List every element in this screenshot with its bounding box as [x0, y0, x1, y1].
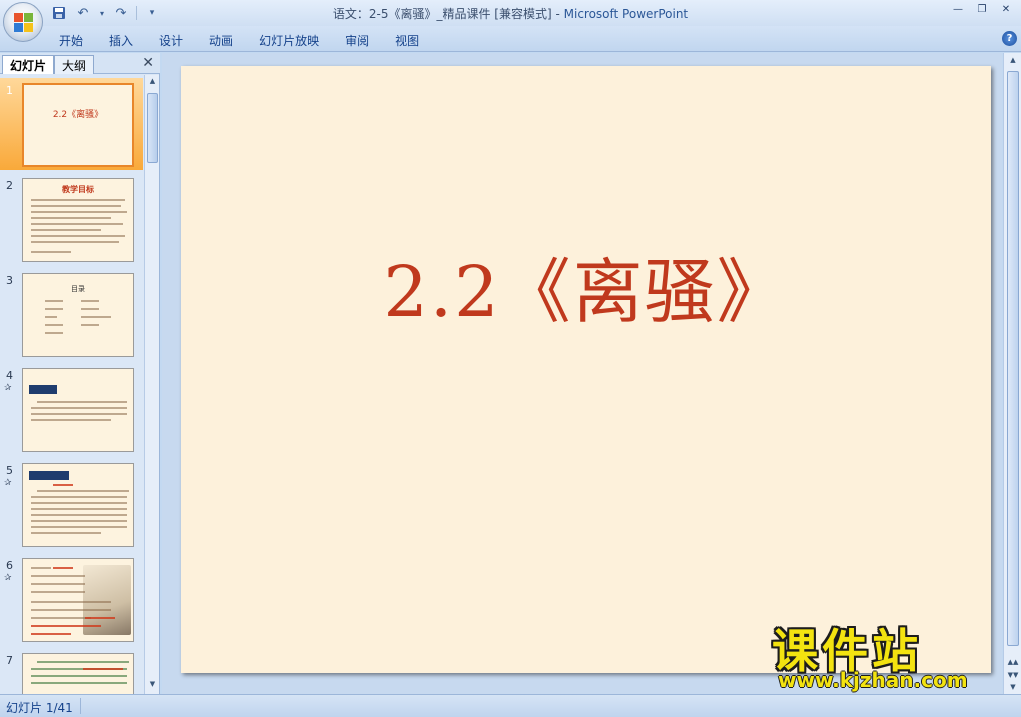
status-separator — [80, 698, 81, 714]
window-title-main: 语文：2-5《离骚》_精品课件 [兼容模式] - — [332, 7, 564, 21]
close-icon[interactable]: ✕ — [995, 2, 1017, 16]
panel-close-icon[interactable]: ✕ — [142, 55, 154, 71]
thumbnail-slide-4[interactable]: 4 ✰ — [0, 363, 143, 455]
watermark-url: www.kjzhan.com — [778, 668, 968, 692]
window-title-brand: Microsoft PowerPoint — [563, 7, 689, 21]
site-watermark: 课件站 www.kjzhan.com — [768, 613, 1003, 693]
thumbnail-preview — [22, 558, 134, 642]
thumbnail-slide-6[interactable]: 6 ✰ — [0, 553, 143, 645]
tab-animations[interactable]: 动画 — [196, 30, 246, 51]
ribbon-tab-bar: 开始 插入 设计 动画 幻灯片放映 审阅 视图 ? — [0, 26, 1021, 52]
slide-editor: 2.2《离骚》 — [162, 53, 1002, 694]
window-controls: — ❐ ✕ — [947, 2, 1017, 16]
editor-scrollbar[interactable]: ▲ ▲▲ ▼▼ ▼ — [1003, 53, 1021, 694]
tab-home[interactable]: 开始 — [46, 30, 96, 51]
scroll-down-icon[interactable]: ▼ — [147, 680, 158, 692]
thumbnail-preview — [22, 368, 134, 452]
thumbnail-number: 4 — [6, 369, 13, 382]
next-slide-icon[interactable]: ▼▼ — [1006, 671, 1020, 679]
thumbnail-preview: 教学目标 — [22, 178, 134, 262]
tab-view[interactable]: 视图 — [382, 30, 432, 51]
thumbnail-number: 6 — [6, 559, 13, 572]
office-logo-icon — [14, 13, 34, 33]
scroll-up-icon[interactable]: ▲ — [147, 77, 158, 89]
thumbnail-title: 2.2《离骚》 — [52, 110, 104, 120]
scroll-down-icon[interactable]: ▼ — [1006, 683, 1020, 691]
thumbnail-preview: 2.2《离骚》 — [22, 83, 134, 167]
prev-slide-icon[interactable]: ▲▲ — [1006, 658, 1020, 666]
thumbnail-number: 2 — [6, 179, 13, 192]
scrollbar-thumb[interactable] — [147, 93, 158, 163]
thumbnail-slide-1[interactable]: 1 2.2《离骚》 — [0, 78, 143, 170]
window-title: 语文：2-5《离骚》_精品课件 [兼容模式] - Microsoft Power… — [0, 5, 1021, 22]
tab-design[interactable]: 设计 — [146, 30, 196, 51]
thumbnail-scrollbar[interactable]: ▲ ▼ — [144, 75, 159, 694]
thumbnail-number: 1 — [6, 84, 13, 97]
scrollbar-thumb[interactable] — [1007, 71, 1019, 646]
tab-slideshow[interactable]: 幻灯片放映 — [246, 30, 332, 51]
thumbnail-slide-2[interactable]: 2 教学目标 — [0, 173, 143, 265]
tab-insert[interactable]: 插入 — [96, 30, 146, 51]
title-bar: ↶ ▾ ↷ ▾ 语文：2-5《离骚》_精品课件 [兼容模式] - Microso… — [0, 0, 1021, 42]
tab-slides[interactable]: 幻灯片 — [2, 55, 55, 74]
thumbnail-slide-7[interactable]: 7 — [0, 648, 143, 694]
current-slide[interactable]: 2.2《离骚》 — [181, 66, 991, 673]
thumbnail-slide-3[interactable]: 3 目录 — [0, 268, 143, 360]
minimize-icon[interactable]: — — [947, 2, 969, 16]
tab-outline[interactable]: 大纲 — [54, 55, 95, 74]
animation-star-icon: ✰ — [4, 478, 12, 488]
slides-panel: 幻灯片 大纲 ✕ 1 2.2《离骚》 2 教学目标 3 目录 4 ✰ 5 ✰ 6… — [0, 53, 160, 694]
status-bar: 幻灯片 1/41 — [0, 694, 1021, 717]
thumbnail-title: 目录 — [71, 285, 85, 293]
restore-icon[interactable]: ❐ — [971, 2, 993, 16]
thumbnail-title: 教学目标 — [62, 185, 94, 194]
animation-star-icon: ✰ — [4, 573, 12, 583]
thumbnail-list: 1 2.2《离骚》 2 教学目标 3 目录 4 ✰ 5 ✰ 6 ✰ 7 — [0, 75, 143, 694]
ribbon-tabs: 开始 插入 设计 动画 幻灯片放映 审阅 视图 — [46, 30, 432, 51]
thumbnail-preview: 目录 — [22, 273, 134, 357]
thumbnail-preview — [22, 463, 134, 547]
thumbnail-number: 5 — [6, 464, 13, 477]
help-icon[interactable]: ? — [1002, 31, 1017, 46]
office-button[interactable] — [3, 2, 43, 42]
tab-review[interactable]: 审阅 — [332, 30, 382, 51]
thumbnail-preview — [22, 653, 134, 694]
slide-indicator: 幻灯片 1/41 — [6, 701, 73, 715]
animation-star-icon: ✰ — [4, 383, 12, 393]
thumbnail-number: 7 — [6, 654, 13, 667]
thumbnail-number: 3 — [6, 274, 13, 287]
panel-tabs: 幻灯片 大纲 ✕ — [0, 53, 160, 74]
slide-title[interactable]: 2.2《离骚》 — [181, 236, 991, 337]
thumbnail-slide-5[interactable]: 5 ✰ — [0, 458, 143, 550]
scroll-up-icon[interactable]: ▲ — [1006, 56, 1020, 64]
